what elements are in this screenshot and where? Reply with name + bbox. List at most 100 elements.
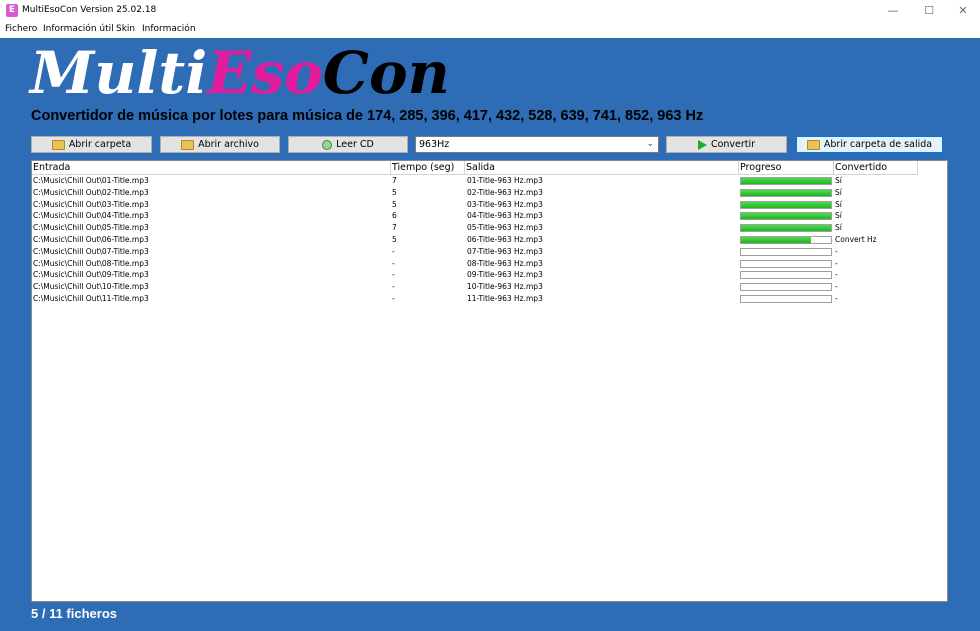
cell-tiempo: 7 xyxy=(392,223,397,233)
progress-bar xyxy=(740,212,832,221)
cell-entrada: C:\Music\Chill Out\07-Title.mp3 xyxy=(33,246,149,256)
chevron-down-icon: ⌄ xyxy=(646,139,654,149)
subtitle: Convertidor de música por lotes para mús… xyxy=(31,108,704,124)
cell-entrada: C:\Music\Chill Out\08-Title.mp3 xyxy=(33,258,149,268)
cell-salida: 11-Title-963 Hz.mp3 xyxy=(467,294,543,303)
read-cd-label: Leer CD xyxy=(336,139,374,150)
svg-text:MultiEsoCon: MultiEsoCon xyxy=(28,41,448,103)
cell-tiempo: - xyxy=(392,258,395,268)
cell-entrada: C:\Music\Chill Out\10-Title.mp3 xyxy=(33,282,149,292)
open-file-button[interactable]: Abrir archivo xyxy=(160,136,280,153)
cell-convertido: Sí xyxy=(835,176,842,185)
progress-fill xyxy=(741,189,831,196)
cell-entrada: C:\Music\Chill Out\11-Title.mp3 xyxy=(33,294,149,303)
cell-salida: 08-Title-963 Hz.mp3 xyxy=(467,258,543,268)
cell-tiempo: - xyxy=(392,294,395,303)
cell-entrada: C:\Music\Chill Out\01-Title.mp3 xyxy=(33,176,149,185)
column-header-progreso[interactable]: Progreso xyxy=(739,161,834,174)
cell-entrada: C:\Music\Chill Out\03-Title.mp3 xyxy=(33,199,149,209)
table-row[interactable]: C:\Music\Chill Out\10-Title.mp3 - 10-Title… xyxy=(32,281,918,293)
cell-convertido: Convert Hz xyxy=(835,235,877,244)
table-row[interactable]: C:\Music\Chill Out\08-Title.mp3 - 08-Title… xyxy=(32,258,918,270)
cell-entrada: C:\Music\Chill Out\05-Title.mp3 xyxy=(33,223,149,233)
progress-bar xyxy=(740,236,832,244)
maximize-button[interactable]: ☐ xyxy=(912,0,946,22)
convert-button[interactable]: Convertir xyxy=(666,136,787,153)
cell-salida: 03-Title-963 Hz.mp3 xyxy=(467,199,543,209)
cell-salida: 05-Title-963 Hz.mp3 xyxy=(467,223,543,233)
table-row[interactable]: C:\Music\Chill Out\09-Title.mp3 - 09-Title… xyxy=(32,269,918,281)
file-list[interactable]: Entrada Tiempo (seg) Salida Progreso Con… xyxy=(31,160,948,602)
open-folder-button[interactable]: Abrir carpeta xyxy=(31,136,152,153)
folder-icon xyxy=(806,139,820,150)
open-output-folder-button[interactable]: Abrir carpeta de salida xyxy=(796,136,943,153)
column-header-tiempo[interactable]: Tiempo (seg) xyxy=(391,161,465,174)
cell-salida: 02-Title-963 Hz.mp3 xyxy=(467,187,543,197)
logo-part-eso: Eso xyxy=(205,41,323,103)
app-icon: E xyxy=(6,4,18,17)
app-logo: MultiEsoCon xyxy=(28,41,448,103)
menu-informacion-util[interactable]: Información útil xyxy=(43,24,114,34)
column-header-convertido[interactable]: Convertido xyxy=(834,161,918,174)
cell-tiempo: 5 xyxy=(392,235,397,244)
window-title: MultiEsoCon Version 25.02.18 xyxy=(22,5,157,15)
cell-entrada: C:\Music\Chill Out\04-Title.mp3 xyxy=(33,211,149,221)
read-cd-button[interactable]: Leer CD xyxy=(288,136,408,153)
frequency-select[interactable]: 963Hz ⌄ xyxy=(415,136,659,153)
menu-bar: Fichero Información útil Skin Informació… xyxy=(0,22,980,38)
cd-icon xyxy=(322,139,333,150)
table-row[interactable]: C:\Music\Chill Out\11-Title.mp3 - 11-Title… xyxy=(32,293,918,305)
minimize-button[interactable]: — xyxy=(876,0,910,22)
cell-convertido: - xyxy=(835,258,838,268)
cell-tiempo: 7 xyxy=(392,176,397,185)
cell-salida: 07-Title-963 Hz.mp3 xyxy=(467,246,543,256)
progress-bar xyxy=(740,224,832,233)
cell-tiempo: - xyxy=(392,282,395,292)
progress-bar xyxy=(740,188,832,197)
cell-salida: 01-Title-963 Hz.mp3 xyxy=(467,176,543,185)
table-row[interactable]: C:\Music\Chill Out\04-Title.mp3 6 04-Title… xyxy=(32,210,918,222)
convert-label: Convertir xyxy=(710,139,756,150)
folder-icon xyxy=(51,139,65,150)
close-button[interactable]: ✕ xyxy=(946,0,980,22)
table-row[interactable]: C:\Music\Chill Out\01-Title.mp3 7 01-Title… xyxy=(32,175,918,187)
cell-salida: 10-Title-963 Hz.mp3 xyxy=(467,282,543,292)
cell-entrada: C:\Music\Chill Out\06-Title.mp3 xyxy=(33,235,149,244)
cell-entrada: C:\Music\Chill Out\02-Title.mp3 xyxy=(33,187,149,197)
progress-bar xyxy=(740,295,832,303)
cell-tiempo: 6 xyxy=(392,211,397,221)
logo-part-multi: Multi xyxy=(28,41,207,103)
column-header-salida[interactable]: Salida xyxy=(465,161,739,174)
progress-bar xyxy=(740,200,832,209)
table-row[interactable]: C:\Music\Chill Out\07-Title.mp3 - 07-Title… xyxy=(32,246,918,258)
cell-convertido: - xyxy=(835,270,838,280)
cell-convertido: - xyxy=(835,246,838,256)
menu-informacion[interactable]: Información xyxy=(142,24,196,34)
table-row[interactable]: C:\Music\Chill Out\06-Title.mp3 5 06-Title… xyxy=(32,234,918,246)
cell-tiempo: - xyxy=(392,270,395,280)
menu-skin[interactable]: Skin xyxy=(116,24,135,34)
progress-bar xyxy=(740,259,832,268)
open-folder-label: Abrir carpeta xyxy=(68,139,132,150)
open-file-label: Abrir archivo xyxy=(198,139,259,150)
cell-convertido: Sí xyxy=(835,223,842,233)
play-icon xyxy=(697,139,707,150)
table-row[interactable]: C:\Music\Chill Out\02-Title.mp3 5 02-Title… xyxy=(32,187,918,199)
progress-fill xyxy=(741,237,812,243)
progress-bar xyxy=(740,271,832,280)
cell-salida: 04-Title-963 Hz.mp3 xyxy=(467,211,543,221)
cell-tiempo: 5 xyxy=(392,199,397,209)
table-row[interactable]: C:\Music\Chill Out\03-Title.mp3 5 03-Title… xyxy=(32,199,918,211)
list-header: Entrada Tiempo (seg) Salida Progreso Con… xyxy=(32,161,918,175)
menu-fichero[interactable]: Fichero xyxy=(5,24,37,34)
progress-fill xyxy=(741,201,831,208)
title-bar: E MultiEsoCon Version 25.02.18 — ☐ ✕ xyxy=(0,0,980,22)
cell-salida: 06-Title-963 Hz.mp3 xyxy=(467,235,543,244)
column-header-entrada[interactable]: Entrada xyxy=(32,161,391,174)
table-row[interactable]: C:\Music\Chill Out\05-Title.mp3 7 05-Title… xyxy=(32,222,918,234)
progress-fill xyxy=(741,225,831,232)
main-panel: MultiEsoCon Convertidor de música por lo… xyxy=(0,38,980,631)
cell-convertido: - xyxy=(835,282,838,292)
progress-fill xyxy=(741,178,831,184)
folder-icon xyxy=(181,139,195,150)
